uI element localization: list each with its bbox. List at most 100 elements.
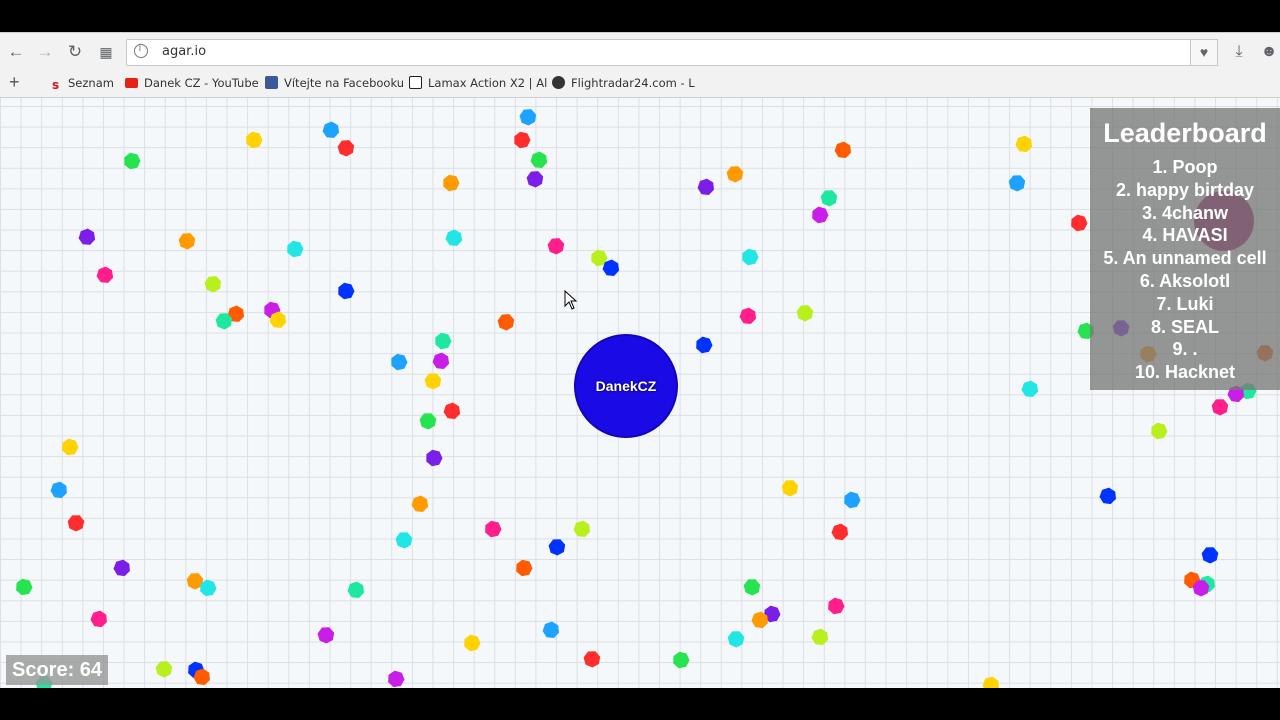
bookmark-label: Danek CZ - YouTube — [144, 76, 259, 90]
food-pellet — [1071, 214, 1088, 232]
food-pellet — [583, 651, 601, 668]
food-pellet — [1015, 135, 1032, 152]
food-pellet — [820, 190, 838, 207]
lamax-icon — [409, 76, 422, 89]
food-pellet — [673, 651, 690, 669]
forward-arrow-icon[interactable]: → — [34, 41, 56, 63]
food-pellet — [124, 152, 141, 170]
download-icon[interactable]: ⤓ — [1228, 41, 1250, 63]
food-pellet — [204, 276, 222, 293]
food-pellet — [828, 597, 845, 615]
food-pellet — [516, 559, 533, 577]
facebook-icon — [265, 76, 278, 89]
food-pellet — [67, 515, 85, 532]
food-pellet — [548, 539, 566, 556]
food-pellet — [395, 532, 413, 549]
food-pellet — [96, 266, 114, 283]
food-pellet — [1099, 487, 1116, 505]
bookmark-youtube[interactable]: Danek CZ - YouTube — [125, 76, 259, 90]
food-pellet — [424, 373, 442, 390]
leaderboard-panel: Leaderboard 1. Poop 2. happy birtday 3. … — [1090, 108, 1280, 390]
food-pellet — [831, 523, 848, 541]
food-pellet — [464, 634, 481, 652]
flightradar-icon — [552, 76, 565, 89]
player-name: DanekCZ — [595, 378, 657, 394]
bookmark-label: Vítejte na Facebooku — [284, 76, 405, 90]
food-pellet — [1151, 422, 1168, 440]
back-arrow-icon[interactable]: ← — [5, 41, 27, 63]
address-bar[interactable]: agar.io — [126, 39, 1192, 66]
food-pellet — [697, 178, 714, 195]
bookmark-seznam[interactable]: s Seznam — [52, 76, 114, 92]
food-pellet — [1201, 547, 1219, 564]
bookmark-label: Lamax Action X2 | Al — [428, 76, 548, 90]
food-pellet — [155, 661, 173, 678]
food-pellet — [781, 480, 799, 497]
leaderboard-entry: 3. 4chanw — [1141, 202, 1229, 223]
food-pellet — [547, 238, 565, 255]
food-pellet — [317, 627, 335, 644]
seznam-icon: s — [52, 78, 60, 92]
food-pellet — [497, 314, 515, 331]
youtube-icon — [125, 78, 138, 88]
bookmark-flightradar[interactable]: Flightradar24.com - L — [552, 76, 695, 90]
food-pellet — [696, 336, 713, 354]
bookmark-label: Flightradar24.com - L — [571, 76, 695, 90]
bookmark-lamax[interactable]: Lamax Action X2 | Al — [409, 76, 547, 90]
food-pellet — [16, 578, 33, 596]
leaderboard-title: Leaderboard — [1103, 118, 1267, 148]
food-pellet — [50, 481, 67, 499]
food-pellet — [62, 438, 79, 456]
player-cell: DanekCZ — [574, 334, 678, 438]
window-bottom-bar — [0, 688, 1280, 720]
food-pellet — [347, 581, 364, 598]
food-pellet — [739, 307, 756, 324]
bookmarks-bar: + s Seznam Danek CZ - YouTube Vítejte na … — [0, 70, 1280, 98]
reload-icon[interactable]: ↻ — [64, 41, 86, 63]
apps-grid-icon[interactable]: ▦ — [95, 41, 117, 63]
leaderboard-entry: 10. Hacknet — [1134, 362, 1236, 383]
food-pellet — [419, 413, 437, 430]
food-pellet — [519, 109, 537, 126]
food-pellet — [443, 174, 460, 192]
leaderboard-entry: 5. An unnamed cell — [1103, 248, 1267, 269]
food-pellet — [727, 631, 745, 648]
food-pellet — [445, 229, 463, 246]
food-pellet — [573, 520, 591, 537]
food-pellet — [113, 559, 130, 577]
food-pellet — [796, 305, 814, 322]
leaderboard-entry: 1. Poop — [1152, 157, 1218, 177]
leaderboard-list: 1. Poop 2. happy birtday 3. 4chanw 4. HA… — [1090, 156, 1280, 384]
user-profile-icon[interactable]: ☻ — [1258, 41, 1280, 63]
favorite-heart-icon[interactable]: ♥ — [1190, 39, 1218, 66]
food-pellet — [435, 332, 452, 350]
food-pellet — [287, 240, 304, 258]
food-pellet — [391, 353, 408, 371]
leaderboard-entry: 9. . — [1172, 339, 1198, 360]
food-pellet — [485, 520, 502, 538]
mouse-cursor-icon — [564, 290, 578, 310]
leaderboard-entry: 6. Aksolotl — [1139, 270, 1231, 291]
food-pellet — [411, 495, 429, 512]
food-pellet — [811, 628, 828, 646]
food-pellet — [742, 248, 759, 266]
score-display: Score: 64 — [6, 655, 109, 685]
food-pellet — [78, 228, 96, 245]
food-pellet — [337, 140, 355, 157]
food-pellet — [530, 151, 548, 168]
food-pellet — [844, 491, 861, 509]
food-pellet — [1008, 175, 1026, 192]
game-canvas[interactable]: DanekCZ Leaderboard 1. Poop 2. happy bir… — [0, 98, 1280, 688]
add-bookmark-icon[interactable]: + — [9, 72, 20, 93]
food-pellet — [726, 166, 744, 183]
site-info-icon[interactable] — [134, 43, 148, 58]
food-pellet — [388, 670, 405, 688]
food-pellet — [542, 621, 559, 638]
food-pellet — [812, 206, 829, 224]
food-pellet — [338, 282, 355, 300]
leaderboard-entry: 8. SEAL — [1150, 316, 1220, 337]
food-pellet — [246, 131, 263, 149]
food-pellet — [1021, 380, 1038, 397]
food-pellet — [514, 131, 531, 149]
bookmark-facebook[interactable]: Vítejte na Facebooku — [265, 76, 404, 90]
